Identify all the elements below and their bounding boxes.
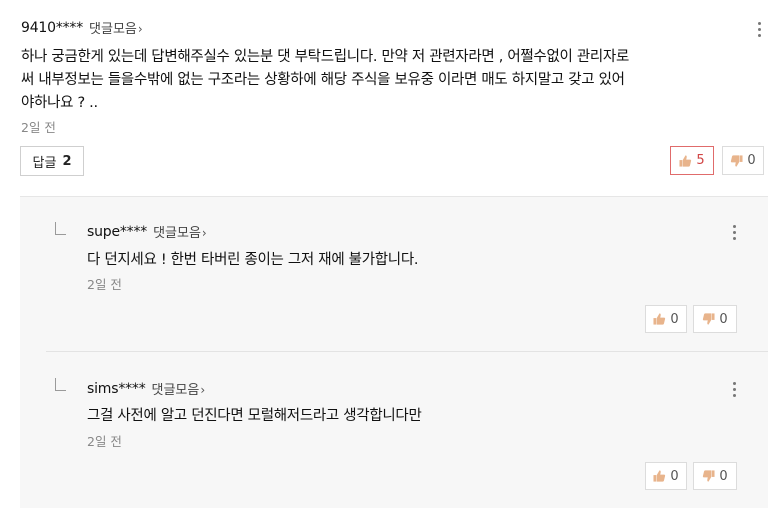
reply-header: sims**** 댓글모음› [87,379,206,399]
reply-header: supe**** 댓글모음› [87,222,207,242]
thumbs-up-icon [679,154,692,167]
reply-date: 2일 전 [87,277,122,292]
comment-line: 하나 궁금한게 있는데 답변해주실수 있는분 댓 부탁드립니다. 만약 저 관련… [21,49,630,65]
comment-header: 9410**** 댓글모음› [21,18,143,38]
reply-toggle-button[interactable]: 답글 2 [20,146,84,176]
like-count: 0 [670,311,679,327]
dislike-button[interactable]: 0 [693,305,737,333]
thumbs-down-icon [703,313,715,325]
reply-collect-link[interactable]: 댓글모음› [152,379,206,398]
thumbs-up-icon [653,470,666,482]
reply-collect-label[interactable]: 댓글모음 [152,383,200,398]
thumbs-up-icon [653,313,666,325]
comment-body: 하나 궁금한게 있는데 답변해주실수 있는분 댓 부탁드립니다. 만약 저 관련… [21,46,761,115]
dislike-button[interactable]: 0 [722,146,764,175]
chevron-right-icon: › [137,22,143,36]
reply-username[interactable]: sims**** [87,381,146,397]
reply-date: 2일 전 [87,434,122,449]
more-vertical-icon[interactable] [733,225,737,243]
comment-line: 써 내부정보는 들을수밖에 없는 구조라는 상황하에 해당 주식을 보유중 이라… [21,72,625,88]
dislike-count: 0 [719,468,728,484]
dislike-button[interactable]: 0 [693,462,737,490]
like-button[interactable]: 0 [645,305,687,333]
reply-divider [46,351,768,352]
reply-collect-label[interactable]: 댓글모음 [153,226,201,241]
dislike-count: 0 [747,153,756,168]
more-vertical-icon[interactable] [758,22,762,40]
like-count: 0 [670,468,679,484]
thumbs-down-icon [703,470,715,482]
comment-username[interactable]: 9410**** [21,20,83,36]
dislike-count: 0 [719,311,728,327]
reply-label: 답글 [32,155,57,171]
chevron-right-icon: › [200,383,206,397]
comment-line: 야하나요 ? .. [21,95,98,111]
reply-username[interactable]: supe**** [87,224,147,240]
like-button[interactable]: 5 [670,146,714,175]
comment-collect-label[interactable]: 댓글모음 [89,22,137,37]
reply-body: 그걸 사전에 알고 던진다면 모럴해저드라고 생각합니다만 [87,408,422,424]
thumbs-down-icon [731,154,743,167]
more-vertical-icon[interactable] [733,382,737,400]
chevron-right-icon: › [201,226,207,240]
like-button[interactable]: 0 [645,462,687,490]
comment-date: 2일 전 [21,120,56,135]
comment-collect-link[interactable]: 댓글모음› [89,18,143,37]
reply-body: 다 던지세요 ! 한번 타버린 종이는 그저 재에 불가합니다. [87,252,419,268]
reply-count: 2 [62,153,72,169]
like-count: 5 [696,153,705,168]
reply-collect-link[interactable]: 댓글모음› [153,222,207,241]
reply-indent-icon [55,378,66,391]
reply-indent-icon [55,222,66,235]
